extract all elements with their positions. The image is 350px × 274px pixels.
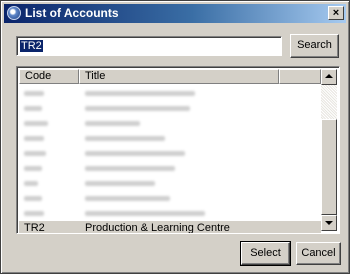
scroll-thumb[interactable] (321, 119, 337, 215)
title-bar[interactable]: List of Accounts × (4, 4, 346, 23)
arrow-down-icon (325, 221, 333, 225)
list-item[interactable] (19, 146, 321, 161)
list-item[interactable] (19, 161, 321, 176)
list-item[interactable] (19, 131, 321, 146)
accounts-list[interactable]: Code Title TR2 Production & Learning Cen… (16, 66, 340, 234)
column-header-title[interactable]: Title (79, 69, 279, 84)
column-header-code[interactable]: Code (19, 69, 79, 84)
scroll-down-button[interactable] (321, 215, 337, 231)
vertical-scrollbar[interactable] (321, 69, 337, 231)
search-button[interactable]: Search (290, 34, 339, 58)
list-item[interactable] (19, 101, 321, 116)
list-item[interactable] (19, 116, 321, 131)
list-rows: TR2 Production & Learning Centre (19, 86, 321, 234)
cancel-button[interactable]: Cancel (296, 242, 341, 265)
close-icon[interactable]: × (328, 6, 344, 20)
list-item[interactable] (19, 206, 321, 221)
column-header-filler (279, 69, 321, 84)
search-input-value: TR2 (20, 40, 43, 52)
dialog-window: List of Accounts × TR2 Search Code Title… (0, 0, 350, 274)
arrow-up-icon (325, 74, 333, 78)
app-logo-icon (7, 6, 21, 20)
list-item[interactable] (19, 176, 321, 191)
list-item[interactable] (19, 191, 321, 206)
list-item-selected[interactable]: TR2 Production & Learning Centre (19, 221, 321, 234)
selected-row-code: TR2 (24, 222, 45, 234)
select-button[interactable]: Select (240, 241, 291, 266)
scroll-up-button[interactable] (321, 69, 337, 85)
list-header: Code Title (19, 69, 321, 84)
selected-row-title: Production & Learning Centre (85, 222, 230, 234)
search-input[interactable]: TR2 (16, 36, 282, 56)
window-title: List of Accounts (25, 6, 119, 20)
list-item[interactable] (19, 86, 321, 101)
